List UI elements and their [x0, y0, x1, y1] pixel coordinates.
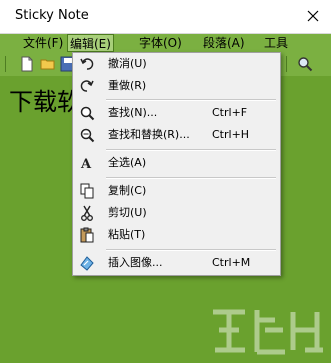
menu-item-label: 撤消(U) — [108, 57, 147, 70]
menu-separator — [106, 177, 276, 179]
menu-item-insert-image[interactable]: 插入图像... Ctrl+M — [73, 253, 280, 273]
menu-item-label: 粘贴(T) — [108, 228, 146, 241]
find-icon — [79, 105, 95, 121]
undo-icon — [79, 56, 95, 72]
menu-separator — [106, 149, 276, 151]
paste-icon — [79, 227, 95, 243]
menu-item-label: 查找(N)... — [108, 106, 158, 119]
site-watermark-logo — [213, 309, 323, 355]
menu-separator — [106, 249, 276, 251]
window-title: Sticky Note — [15, 8, 89, 23]
menu-item-shortcut: Ctrl+F — [212, 106, 248, 119]
menu-item-label: 全选(A) — [108, 156, 147, 169]
menu-font[interactable]: 字体(O) — [137, 34, 184, 52]
menu-item-label: 剪切(U) — [108, 206, 147, 219]
menu-item-shortcut: Ctrl+M — [212, 256, 251, 269]
insert-image-icon — [79, 255, 95, 271]
edit-dropdown-menu: 撤消(U) 重做(R) 查找(N)... Ctrl+F 查找和替换(R)... … — [72, 52, 281, 276]
search-icon[interactable] — [297, 56, 313, 72]
menu-file[interactable]: 文件(F) — [21, 34, 65, 52]
close-icon — [307, 10, 319, 22]
menu-item-select-all[interactable]: A 全选(A) — [73, 153, 280, 173]
menu-item-label: 查找和替换(R)... — [108, 128, 190, 141]
toolbar-separator — [5, 56, 6, 72]
select-all-icon: A — [79, 155, 95, 171]
copy-icon — [79, 183, 95, 199]
close-button[interactable] — [303, 6, 323, 26]
menu-item-find[interactable]: 查找(N)... Ctrl+F — [73, 103, 280, 123]
menu-item-paste[interactable]: 粘贴(T) — [73, 225, 280, 245]
new-document-icon[interactable] — [19, 56, 35, 72]
app-window: Sticky Note 文件(F) 编辑(E) 字体(O) 段落(A) 工具 下… — [0, 0, 331, 363]
editor-text: 下载软 — [9, 88, 81, 116]
redo-icon — [79, 78, 95, 94]
menu-item-find-replace[interactable]: 查找和替换(R)... Ctrl+H — [73, 125, 280, 145]
menu-item-shortcut: Ctrl+H — [212, 128, 250, 141]
find-replace-icon — [79, 127, 95, 143]
title-bar: Sticky Note — [0, 0, 331, 34]
toolbar-separator — [286, 56, 287, 72]
cut-icon — [79, 205, 95, 221]
menu-paragraph[interactable]: 段落(A) — [201, 34, 247, 52]
menu-item-copy[interactable]: 复制(C) — [73, 181, 280, 201]
menu-item-label: 插入图像... — [108, 256, 163, 269]
open-folder-icon[interactable] — [40, 56, 56, 72]
menu-item-undo[interactable]: 撤消(U) — [73, 54, 280, 74]
menu-item-label: 复制(C) — [108, 184, 147, 197]
menu-bar: 文件(F) 编辑(E) 字体(O) 段落(A) 工具 — [0, 34, 331, 52]
menu-tools[interactable]: 工具 — [262, 34, 290, 52]
menu-edit[interactable]: 编辑(E) — [67, 34, 114, 52]
svg-text:A: A — [80, 157, 92, 170]
menu-item-redo[interactable]: 重做(R) — [73, 76, 280, 96]
menu-separator — [106, 99, 276, 101]
menu-item-label: 重做(R) — [108, 79, 147, 92]
menu-item-cut[interactable]: 剪切(U) — [73, 203, 280, 223]
